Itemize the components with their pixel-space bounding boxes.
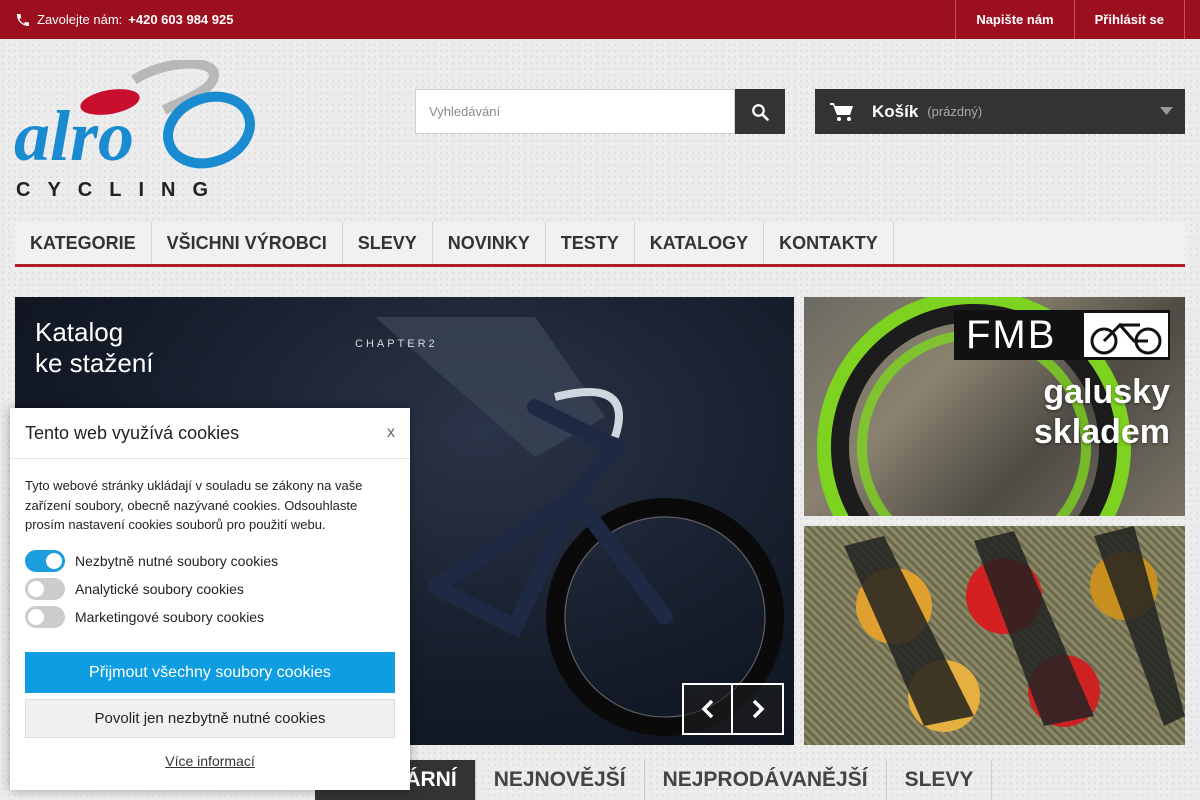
bicycle-icon <box>1084 313 1168 357</box>
phone-icon <box>17 13 29 26</box>
cookie-option-label: Nezbytně nutné soubory cookies <box>75 553 279 569</box>
search-input[interactable] <box>415 89 735 134</box>
menu-item-categories[interactable]: Kategorie <box>15 222 152 264</box>
main-menu: Kategorie Všichni výrobci Slevy Novinky … <box>15 222 1185 267</box>
banner-fmb-brand: FMB <box>954 310 1170 360</box>
login-link[interactable]: Přihlásit se <box>1073 0 1185 39</box>
slider-caption-line2: ke stažení <box>35 348 154 378</box>
search-button[interactable] <box>735 89 785 134</box>
slider-prev-button[interactable] <box>684 685 733 733</box>
top-bar: Zavolejte nám: +420 603 984 925 Napište … <box>0 0 1200 39</box>
cart-title: Košík <box>872 101 919 121</box>
cookie-option-marketing[interactable]: Marketingové soubory cookies <box>25 606 264 628</box>
slider-next-button[interactable] <box>733 685 782 733</box>
more-info-link[interactable]: Více informací <box>10 753 410 769</box>
cookie-dialog-title: Tento web využívá cookies <box>25 422 240 443</box>
logo-sub: CYCLING <box>16 179 225 200</box>
search-bar <box>415 89 785 134</box>
contact-us-link[interactable]: Napište nám <box>955 0 1073 39</box>
banner-pulleys[interactable] <box>804 526 1185 745</box>
phone-info: Zavolejte nám: +420 603 984 925 <box>15 0 233 39</box>
necessary-toggle[interactable] <box>25 550 65 572</box>
cart-status: (prázdný) <box>927 104 983 119</box>
tab-discounts[interactable]: Slevy <box>887 760 993 800</box>
banner-fmb-line1: galusky <box>1043 373 1170 411</box>
marketing-toggle[interactable] <box>25 606 65 628</box>
cookie-option-necessary[interactable]: Nezbytně nutné soubory cookies <box>25 550 278 572</box>
banner-fmb-line2: skladem <box>1033 413 1170 451</box>
slider-caption-line1: Katalog <box>35 317 124 347</box>
analytics-toggle[interactable] <box>25 578 65 600</box>
product-tabs: Populární Nejnovější Nejprodávanější Sle… <box>315 760 1200 800</box>
menu-item-discounts[interactable]: Slevy <box>343 222 433 264</box>
search-icon <box>752 103 769 121</box>
chevron-left-icon <box>701 699 713 719</box>
logo[interactable]: alro CYCLING <box>14 58 256 201</box>
cookie-option-label: Analytické soubory cookies <box>75 581 244 597</box>
cookie-consent-dialog: Tento web využívá cookies x Tyto webové … <box>10 408 410 790</box>
banner-fmb-brand-text: FMB <box>966 313 1057 357</box>
cookie-option-analytics[interactable]: Analytické soubory cookies <box>25 578 244 600</box>
chevron-right-icon <box>752 699 764 719</box>
tab-newest[interactable]: Nejnovější <box>476 760 645 800</box>
chevron-down-icon <box>1160 107 1173 115</box>
menu-item-manufacturers[interactable]: Všichni výrobci <box>152 222 343 264</box>
cart-button[interactable]: Košík (prázdný) <box>815 89 1185 134</box>
accept-all-cookies-button[interactable]: Přijmout všechny soubory cookies <box>25 652 395 693</box>
call-label: Zavolejte nám: <box>37 12 123 27</box>
slider-caption[interactable]: Katalog ke stažení <box>35 317 154 379</box>
banner-fmb[interactable]: FMB galusky skladem <box>804 297 1185 516</box>
menu-item-contacts[interactable]: Kontakty <box>764 222 894 264</box>
tab-bestsellers[interactable]: Nejprodávanější <box>645 760 887 800</box>
menu-item-new[interactable]: Novinky <box>433 222 546 264</box>
cart-icon <box>830 102 853 121</box>
frame-brand-text: CHAPTER2 <box>355 338 438 350</box>
pulley-cage-image <box>844 526 1185 732</box>
close-button[interactable]: x <box>387 424 395 442</box>
cookie-option-label: Marketingové soubory cookies <box>75 609 265 625</box>
necessary-cookies-only-button[interactable]: Povolit jen nezbytně nutné cookies <box>25 699 395 738</box>
slider-nav <box>682 683 784 735</box>
phone-number[interactable]: +420 603 984 925 <box>128 12 233 27</box>
menu-item-catalogs[interactable]: Katalogy <box>635 222 765 264</box>
banner-fmb-text: galusky skladem <box>1034 372 1170 452</box>
logo-word: alro <box>14 96 134 176</box>
cookie-description: Tyto webové stránky ukládají v souladu s… <box>25 478 363 532</box>
menu-item-tests[interactable]: Testy <box>546 222 635 264</box>
